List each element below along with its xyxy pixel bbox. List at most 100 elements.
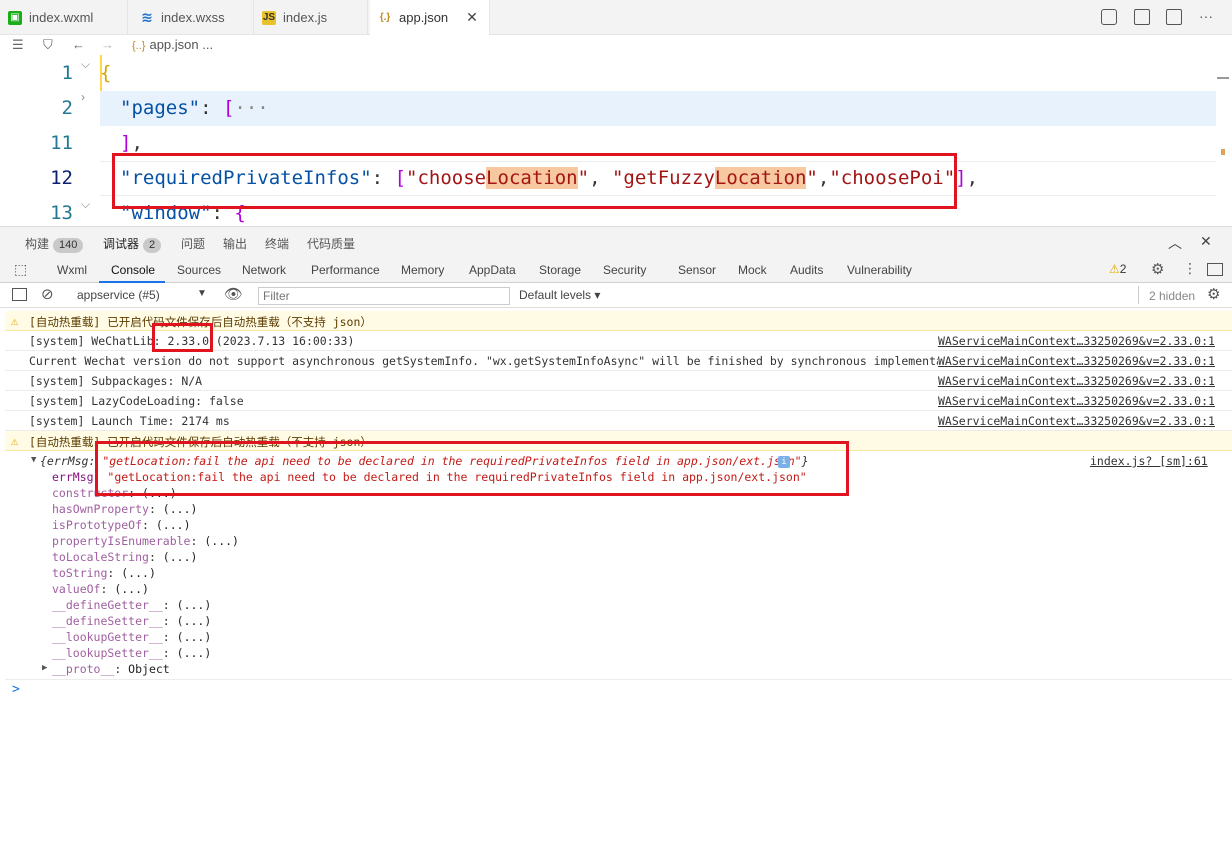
source-link[interactable]: WAServiceMainContext…33250269&v=2.33.0:1 xyxy=(938,374,1215,388)
split-editor-icon[interactable] xyxy=(1166,9,1182,25)
more-vertical-icon[interactable]: ⋮ xyxy=(1183,260,1197,277)
object-property[interactable]: __lookupGetter__: (...) xyxy=(52,630,211,644)
tab-problems[interactable]: 问题 xyxy=(181,235,205,252)
scrollbar-marker xyxy=(1217,77,1229,79)
object-property[interactable]: toLocaleString: (...) xyxy=(52,550,197,564)
tab-terminal[interactable]: 终端 xyxy=(265,235,289,252)
tab-console[interactable]: Console xyxy=(111,263,155,277)
back-arrow-icon[interactable]: ← xyxy=(72,37,85,52)
tab-label: index.wxss xyxy=(161,10,225,25)
tab-output[interactable]: 输出 xyxy=(223,235,247,252)
hidden-count: 2 hidden xyxy=(1149,289,1196,303)
dropdown-arrow-icon[interactable]: ▼ xyxy=(197,288,207,299)
context-selector[interactable]: appservice (#5) xyxy=(77,288,160,302)
tab-label: index.wxml xyxy=(29,10,94,25)
bookmark-icon[interactable]: ⛉ xyxy=(43,37,53,53)
chevron-up-icon[interactable]: ︿ xyxy=(1168,233,1182,253)
tab-performance[interactable]: Performance xyxy=(311,263,380,277)
tab-sensor[interactable]: Sensor xyxy=(678,263,716,277)
code-editor[interactable]: 1 2 11 12 13 ⌵ › ⌵ { "pages": [··· ], "r… xyxy=(0,55,1232,226)
log-levels-dropdown[interactable]: Default levels ▾ xyxy=(519,288,600,302)
tab-index-js[interactable]: JS index.js xyxy=(254,0,368,35)
tab-security[interactable]: Security xyxy=(603,263,646,277)
chevron-down-icon[interactable]: ⌵ xyxy=(81,197,90,212)
source-link[interactable]: WAServiceMainContext…33250269&v=2.33.0:1 xyxy=(938,414,1215,428)
code-line-11: ], xyxy=(120,132,143,154)
breadcrumb-bar: ☰ ⛉ ← → {..} app.json ... xyxy=(0,35,1232,55)
chevron-down-icon[interactable]: ⌵ xyxy=(81,57,90,72)
tab-network[interactable]: Network xyxy=(242,263,286,277)
source-link[interactable]: index.js? [sm]:61 xyxy=(1090,454,1208,468)
tab-appdata[interactable]: AppData xyxy=(469,263,516,277)
gear-icon[interactable]: ⚙ xyxy=(1151,260,1164,278)
tab-vulnerability[interactable]: Vulnerability xyxy=(847,263,912,277)
json-file-icon: {..} xyxy=(132,40,146,52)
clear-console-icon[interactable]: ⊘ xyxy=(41,285,54,303)
object-property[interactable]: valueOf: (...) xyxy=(52,582,149,596)
tab-app-json[interactable]: {.} app.json ✕ xyxy=(370,0,490,35)
console-log-row: Current Wechat version do not support as… xyxy=(5,351,1232,371)
compare-icon[interactable] xyxy=(1101,9,1117,25)
gear-icon[interactable]: ⚙ xyxy=(1207,285,1220,303)
annotation-highlight-box xyxy=(112,153,957,209)
debug-panel: 构建 140 调试器 2 问题 输出 终端 代码质量 ︿ ✕ ⬚ Wxml Cons… xyxy=(0,226,1232,843)
tab-mock[interactable]: Mock xyxy=(738,263,767,277)
tab-debugger[interactable]: 调试器 2 xyxy=(103,235,162,253)
source-link[interactable]: WAServiceMainContext…33250269&v=2.33.0:1 xyxy=(938,394,1215,408)
line-number: 2 xyxy=(61,97,73,119)
dock-icon[interactable] xyxy=(1207,263,1223,276)
scrollbar-marker xyxy=(1221,149,1225,155)
warning-counter[interactable]: ⚠2 xyxy=(1109,262,1126,276)
json-file-icon: {.} xyxy=(379,12,391,23)
object-property[interactable]: __defineGetter__: (...) xyxy=(52,598,211,612)
code-line-2: "pages": [··· xyxy=(120,97,269,119)
forward-arrow-icon[interactable]: → xyxy=(101,37,114,52)
tab-index-wxml[interactable]: ▣ index.wxml xyxy=(0,0,128,35)
tab-label: index.js xyxy=(283,10,328,25)
divider xyxy=(5,679,1232,680)
tab-memory[interactable]: Memory xyxy=(401,263,444,277)
object-property[interactable]: propertyIsEnumerable: (...) xyxy=(52,534,239,548)
tab-index-wxss[interactable]: ≋ index.wxss xyxy=(132,0,254,35)
object-property[interactable]: __lookupSetter__: (...) xyxy=(52,646,211,660)
console-log-row: [system] LazyCodeLoading: false WAServic… xyxy=(5,391,1232,411)
wxml-file-icon: ▣ xyxy=(8,10,22,25)
build-count-badge: 140 xyxy=(53,238,84,253)
open-preview-icon[interactable] xyxy=(1134,9,1150,25)
tab-sources[interactable]: Sources xyxy=(177,263,221,277)
sidebar-toggle-icon[interactable] xyxy=(12,288,27,301)
object-property[interactable]: hasOwnProperty: (...) xyxy=(52,502,197,516)
annotation-highlight-box xyxy=(95,441,849,496)
close-icon[interactable]: ✕ xyxy=(1200,233,1212,250)
object-prototype[interactable]: __proto__: Object xyxy=(52,662,170,676)
tab-storage[interactable]: Storage xyxy=(539,263,581,277)
source-link[interactable]: WAServiceMainContext…33250269&v=2.33.0:1 xyxy=(938,334,1215,348)
inspect-element-icon[interactable]: ⬚ xyxy=(14,261,27,278)
warning-icon: ⚠ xyxy=(1109,262,1120,276)
debugger-count-badge: 2 xyxy=(143,238,162,253)
tab-code-quality[interactable]: 代码质量 xyxy=(307,235,355,252)
eye-icon[interactable]: 👁 xyxy=(224,285,243,303)
chevron-down-icon[interactable]: ▼ xyxy=(31,455,36,465)
source-link[interactable]: WAServiceMainContext…33250269&v=2.33.0:1 xyxy=(938,354,1215,368)
chevron-right-icon[interactable]: › xyxy=(81,90,85,104)
editor-tab-bar: ▣ index.wxml ≋ index.wxss JS index.js {.… xyxy=(0,0,1232,35)
console-toolbar: ⊘ appservice (#5) ▼ 👁 Default levels ▾ 2… xyxy=(0,284,1232,308)
object-property[interactable]: isPrototypeOf: (...) xyxy=(52,518,191,532)
code-line-1: { xyxy=(100,62,112,84)
close-icon[interactable]: ✕ xyxy=(466,9,478,26)
warning-icon: ⚠ xyxy=(11,314,19,328)
tab-audits[interactable]: Audits xyxy=(790,263,823,277)
line-number: 12 xyxy=(50,167,73,189)
breadcrumb[interactable]: {..} app.json ... xyxy=(132,37,213,52)
object-property[interactable]: toString: (...) xyxy=(52,566,156,580)
devtools-tab-bar: ⬚ Wxml Console Sources Network Performan… xyxy=(0,257,1232,283)
tab-build[interactable]: 构建 140 xyxy=(25,235,84,253)
list-icon[interactable]: ☰ xyxy=(12,37,24,53)
console-prompt[interactable]: > xyxy=(12,682,20,697)
tab-wxml[interactable]: Wxml xyxy=(57,263,87,277)
chevron-right-icon[interactable]: ▶ xyxy=(42,663,47,673)
more-icon[interactable]: ··· xyxy=(1199,8,1213,24)
object-property[interactable]: __defineSetter__: (...) xyxy=(52,614,211,628)
filter-input[interactable] xyxy=(258,287,510,305)
